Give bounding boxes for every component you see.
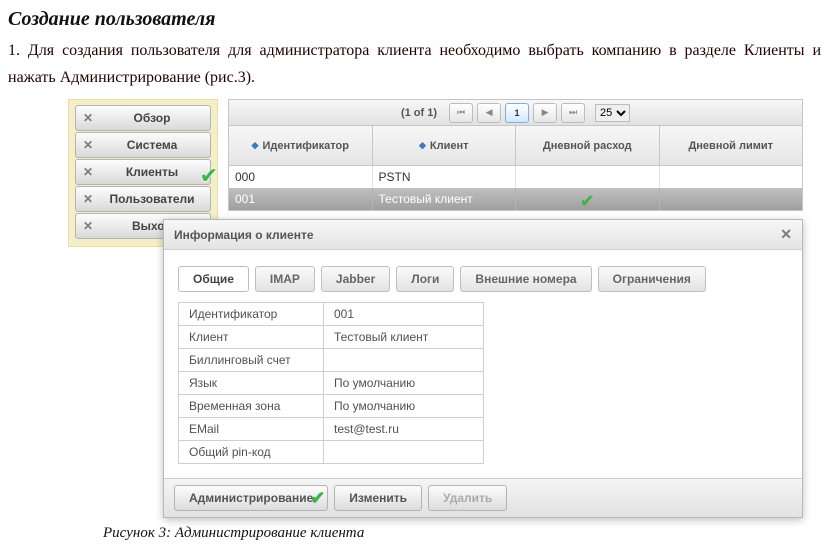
cell-id: 001 <box>229 188 373 210</box>
client-detail-table: Идентификатор001 КлиентТестовый клиент Б… <box>178 302 484 464</box>
table-row[interactable]: 001 Тестовый клиент ✔ <box>229 188 802 210</box>
field-value <box>324 349 484 372</box>
field-key: Временная зона <box>179 395 324 418</box>
app-screenshot: ✕ Обзор ✕ Система ✕ Клиенты ✔ ✕ Пользова… <box>68 99 808 519</box>
header-identifier[interactable]: ◆Идентификатор <box>229 126 373 165</box>
tab-jabber[interactable]: Jabber <box>321 266 390 292</box>
dialog-body: Общие IMAP Jabber Логи Внешние номера Ог… <box>164 250 802 478</box>
field-row: Временная зонаПо умолчанию <box>179 395 484 418</box>
field-value: По умолчанию <box>324 372 484 395</box>
table-row[interactable]: 000 PSTN <box>229 166 802 188</box>
cell-spend <box>516 166 660 188</box>
paginator-text: (1 of 1) <box>401 107 437 119</box>
field-value: Тестовый клиент <box>324 326 484 349</box>
paginator: (1 of 1) ⏮ ◀ 1 ▶ ⏭ 25 <box>229 100 802 126</box>
field-value: По умолчанию <box>324 395 484 418</box>
page-current-button[interactable]: 1 <box>505 103 529 123</box>
sort-icon: ◆ <box>252 140 259 151</box>
close-icon: ✕ <box>76 138 100 152</box>
header-label: Идентификатор <box>262 140 349 152</box>
header-daily-limit[interactable]: Дневной лимит <box>660 126 803 165</box>
field-key: Язык <box>179 372 324 395</box>
page-last-button[interactable]: ⏭ <box>561 103 585 123</box>
cell-limit <box>660 166 803 188</box>
dialog-titlebar: Информация о клиенте ✕ <box>164 220 802 250</box>
header-label: Клиент <box>430 140 469 152</box>
field-key: Клиент <box>179 326 324 349</box>
dialog-tabs: Общие IMAP Jabber Логи Внешние номера Ог… <box>178 266 788 292</box>
field-row: Идентификатор001 <box>179 303 484 326</box>
nav-item-system[interactable]: ✕ Система <box>75 132 211 158</box>
cell-client: PSTN <box>373 166 517 188</box>
field-value: 001 <box>324 303 484 326</box>
nav-label: Пользователи <box>100 192 210 206</box>
check-icon: ✔ <box>310 488 325 509</box>
nav-label: Система <box>100 138 210 152</box>
cell-spend: ✔ <box>516 188 660 210</box>
tab-logs[interactable]: Логи <box>396 266 454 292</box>
field-key: Биллинговый счет <box>179 349 324 372</box>
page-size-select[interactable]: 25 <box>595 104 630 122</box>
tab-restrictions[interactable]: Ограничения <box>598 266 706 292</box>
nav-label: Клиенты <box>100 165 210 179</box>
doc-heading: Создание пользователя <box>8 8 821 31</box>
header-client[interactable]: ◆ Клиент <box>373 126 517 165</box>
close-icon: ✕ <box>76 111 100 125</box>
cell-client: Тестовый клиент <box>373 188 517 210</box>
close-icon: ✕ <box>76 165 100 179</box>
tab-external-numbers[interactable]: Внешние номера <box>460 266 591 292</box>
field-value <box>324 441 484 464</box>
tab-imap[interactable]: IMAP <box>255 266 315 292</box>
nav-item-users[interactable]: ✕ Пользователи <box>75 186 211 212</box>
field-row: Общий pin-код <box>179 441 484 464</box>
client-info-dialog: Информация о клиенте ✕ Общие IMAP Jabber… <box>163 219 803 518</box>
cell-id: 000 <box>229 166 373 188</box>
button-label: Администрирование <box>189 491 313 505</box>
field-row: КлиентТестовый клиент <box>179 326 484 349</box>
field-key: Идентификатор <box>179 303 324 326</box>
figure-caption: Рисунок 3: Администрирование клиента <box>103 525 821 542</box>
header-daily-spend[interactable]: Дневной расход <box>516 126 660 165</box>
nav-label: Обзор <box>100 111 210 125</box>
header-label: Дневной лимит <box>688 140 773 152</box>
field-row: ЯзыкПо умолчанию <box>179 372 484 395</box>
page-next-button[interactable]: ▶ <box>533 103 557 123</box>
field-value: test@test.ru <box>324 418 484 441</box>
field-row: Биллинговый счет <box>179 349 484 372</box>
field-row: EMailtest@test.ru <box>179 418 484 441</box>
dialog-title: Информация о клиенте <box>174 228 314 242</box>
admin-button[interactable]: Администрирование ✔ <box>174 485 328 511</box>
clients-grid: (1 of 1) ⏮ ◀ 1 ▶ ⏭ 25 ◆Идентификатор ◆Кл… <box>228 99 803 211</box>
page-first-button[interactable]: ⏮ <box>449 103 473 123</box>
field-key: Общий pin-код <box>179 441 324 464</box>
sort-icon: ◆ <box>419 140 426 151</box>
doc-paragraph: 1. Для создания пользователя для админис… <box>8 37 821 91</box>
close-icon[interactable]: ✕ <box>780 226 792 243</box>
delete-button[interactable]: Удалить <box>428 485 507 511</box>
cell-limit <box>660 188 803 210</box>
nav-item-overview[interactable]: ✕ Обзор <box>75 105 211 131</box>
page-prev-button[interactable]: ◀ <box>477 103 501 123</box>
close-icon: ✕ <box>76 192 100 206</box>
field-key: EMail <box>179 418 324 441</box>
nav-item-clients[interactable]: ✕ Клиенты ✔ <box>75 159 211 185</box>
tab-general[interactable]: Общие <box>178 266 249 292</box>
check-icon: ✔ <box>580 191 595 212</box>
dialog-footer: Администрирование ✔ Изменить Удалить <box>164 478 802 517</box>
edit-button[interactable]: Изменить <box>334 485 422 511</box>
header-label: Дневной расход <box>543 140 632 152</box>
close-icon: ✕ <box>76 219 100 233</box>
grid-headers: ◆Идентификатор ◆Клиент Дневной расход Дн… <box>229 126 802 166</box>
